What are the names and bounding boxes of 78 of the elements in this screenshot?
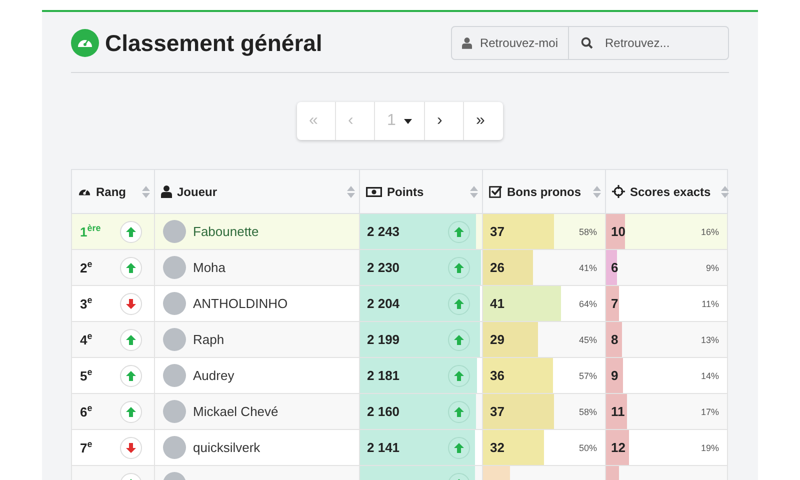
rank-text: 6$^{e}$ (80, 403, 92, 420)
points-value: 2 141 (367, 440, 400, 455)
player-name[interactable]: Mickael Chevé (193, 404, 278, 419)
column-header[interactable]: Scores exacts (606, 170, 728, 214)
column-header[interactable]: Rang (72, 170, 154, 214)
avatar (163, 364, 186, 387)
exact-scores-value: 6 (611, 260, 618, 275)
points-value: 2 181 (367, 368, 400, 383)
points-value: 2 243 (367, 224, 400, 239)
exact-scores-value: 7 (611, 296, 618, 311)
avatar (163, 436, 186, 459)
user-icon (462, 37, 472, 49)
percentage-text: 16% (700, 226, 719, 236)
correct-predictions-value: 36 (490, 368, 504, 383)
percentage-text: 57% (578, 370, 597, 380)
rank-text: 2$^{e}$ (80, 259, 92, 276)
points-value: 2 160 (367, 404, 400, 419)
player-name[interactable]: Fabounette (193, 224, 259, 239)
correct-predictions-value: 41 (490, 296, 504, 311)
exact-scores-value: 11 (611, 404, 625, 419)
percentage-text: 64% (578, 298, 597, 308)
avatar (163, 220, 186, 243)
find-me-button[interactable]: Retrouvez-moi (450, 26, 569, 60)
checkbox-icon (489, 185, 502, 198)
gauge-icon (71, 29, 99, 57)
percentage-text: 9% (706, 262, 719, 272)
rank-text: 1$^{ère}$ (80, 223, 101, 240)
search-field[interactable]: Retrouvez... (569, 26, 729, 60)
sort-icon[interactable] (593, 186, 601, 198)
percentage-text: 13% (700, 334, 719, 344)
correct-predictions-value: 37 (490, 404, 504, 419)
rank-text: 3$^{e}$ (80, 295, 92, 312)
avatar (163, 256, 186, 279)
sort-icon[interactable] (347, 186, 355, 198)
correct-predictions-value: 37 (490, 224, 504, 239)
percentage-text: 45% (578, 334, 597, 344)
exact-scores-value: 12 (611, 440, 626, 455)
percentage-text: 58% (578, 226, 597, 236)
percentage-text: 17% (700, 406, 719, 416)
correct-predictions-value: 29 (490, 332, 504, 347)
user-icon (161, 185, 172, 198)
sort-icon[interactable] (470, 186, 478, 198)
rank-text: 7$^{e}$ (80, 439, 92, 456)
player-name[interactable]: Moha (193, 260, 226, 275)
correct-predictions-value: 26 (490, 260, 504, 275)
page-button[interactable]: › (424, 102, 464, 140)
player-name[interactable]: Raph (193, 332, 224, 347)
percentage-text: 19% (700, 442, 719, 452)
sort-icon[interactable] (142, 186, 150, 198)
crosshair-icon (612, 185, 625, 198)
column-header[interactable]: Bons pronos (482, 170, 606, 214)
exact-scores-value: 10 (611, 224, 626, 239)
banknote-icon (366, 186, 382, 198)
percentage-text: 14% (700, 370, 719, 380)
player-name[interactable]: quicksilverk (193, 440, 260, 455)
column-header[interactable]: Joueur (154, 170, 360, 214)
percentage-text: 41% (578, 262, 597, 272)
percentage-text: 50% (578, 442, 597, 452)
rank-text: 4$^{e}$ (80, 331, 92, 348)
player-name[interactable]: ANTHOLDINHO (193, 296, 288, 311)
player-name[interactable]: Audrey (193, 368, 234, 383)
page-button[interactable]: » (464, 102, 503, 140)
sort-icon[interactable] (720, 186, 729, 198)
percentage-text: 58% (578, 406, 597, 416)
percentage-text: 11% (702, 298, 719, 308)
points-value: 2 199 (367, 332, 400, 347)
avatar (163, 292, 186, 315)
rank-text: 5$^{e}$ (80, 367, 92, 384)
caret-icon (404, 118, 412, 124)
correct-predictions-value: 32 (490, 440, 504, 455)
exact-scores-value: 9 (611, 368, 618, 383)
exact-scores-value: 8 (611, 332, 618, 347)
avatar (163, 400, 186, 423)
page-title: Classement général (105, 30, 322, 56)
column-header[interactable]: Points (360, 170, 482, 214)
points-value: 2 230 (367, 260, 400, 275)
avatar (163, 328, 186, 351)
points-value: 2 204 (367, 296, 400, 311)
